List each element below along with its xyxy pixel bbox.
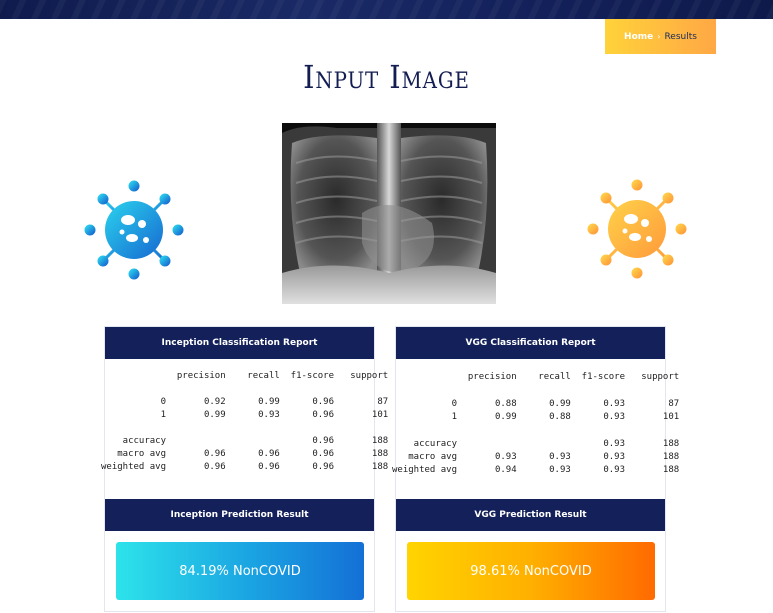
breadcrumb-current: Results xyxy=(664,31,697,42)
vgg-prediction-result[interactable]: 98.61% NonCOVID xyxy=(407,542,655,600)
inception-prediction-result[interactable]: 84.19% NonCOVID xyxy=(116,542,364,600)
inception-prediction-title: Inception Prediction Result xyxy=(105,499,374,531)
top-banner xyxy=(0,0,773,19)
breadcrumb-separator: › xyxy=(657,32,661,41)
report-line: macro avg 0.93 0.93 0.93 188 xyxy=(392,452,680,462)
inception-report-card: Inception Classification Report precisio… xyxy=(101,326,388,612)
report-line: precision recall f1-score support xyxy=(101,371,389,381)
vgg-report-body: precision recall f1-score support 0 0.88… xyxy=(392,359,679,493)
inception-report-title: Inception Classification Report xyxy=(105,327,374,359)
report-line: 0 0.88 0.99 0.93 87 xyxy=(392,399,680,409)
report-line: 1 0.99 0.88 0.93 101 xyxy=(392,412,680,422)
vgg-prediction-title: VGG Prediction Result xyxy=(396,499,665,531)
vgg-report-title: VGG Classification Report xyxy=(396,327,665,359)
report-line: macro avg 0.96 0.96 0.96 188 xyxy=(101,449,389,459)
report-line: 0 0.92 0.99 0.96 87 xyxy=(101,397,389,407)
virus-icon xyxy=(84,180,184,280)
report-line: weighted avg 0.96 0.96 0.96 188 xyxy=(101,462,389,472)
report-line: weighted avg 0.94 0.93 0.93 188 xyxy=(392,465,680,475)
breadcrumb-home-link[interactable]: Home xyxy=(624,32,653,42)
breadcrumb: Home › Results xyxy=(605,19,716,54)
inception-report-body: precision recall f1-score support 0 0.92… xyxy=(101,359,388,493)
report-line: precision recall f1-score support xyxy=(392,372,680,382)
report-line: accuracy 0.96 188 xyxy=(101,436,389,446)
page-title: Input Image xyxy=(303,58,470,96)
report-line: 1 0.99 0.93 0.96 101 xyxy=(101,410,389,420)
report-line: accuracy 0.93 188 xyxy=(392,439,680,449)
virus-icon xyxy=(587,179,687,279)
chest-xray-image xyxy=(282,123,496,304)
vgg-report-card: VGG Classification Report precision reca… xyxy=(392,326,679,612)
